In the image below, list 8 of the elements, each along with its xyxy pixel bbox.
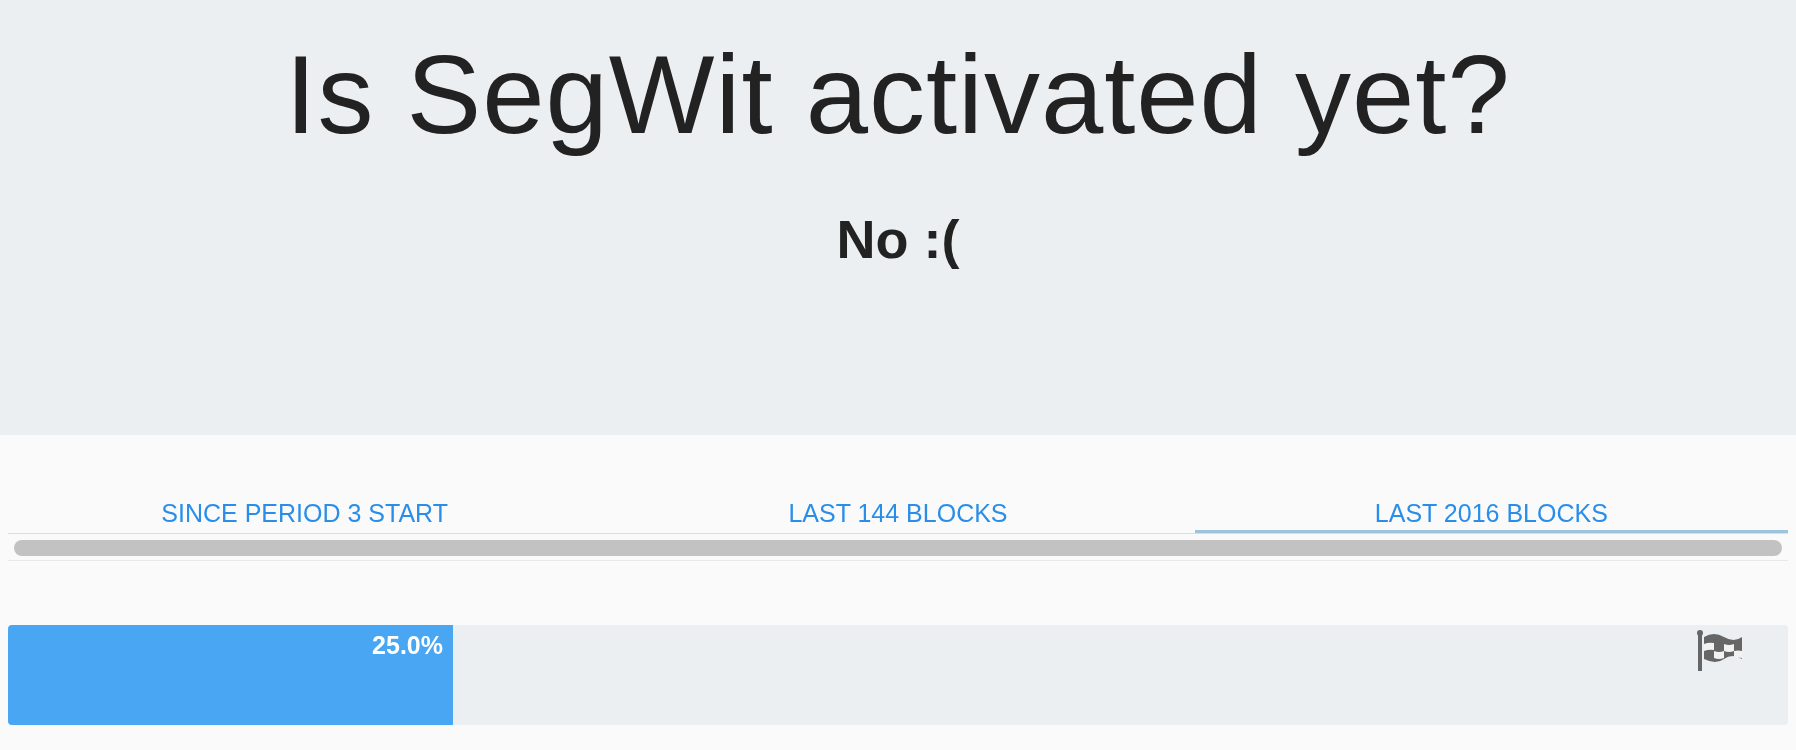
page-title: Is SegWit activated yet? [285,31,1511,159]
progress-reading: 25.0% [372,630,444,660]
tab[interactable]: LAST 2016 BLOCKS [1194,493,1788,533]
scrollbar[interactable] [14,540,1782,556]
tab[interactable]: LAST 144 BLOCKS [601,493,1195,533]
checkered-flag-icon [1696,629,1744,673]
answer-text: No :( [836,207,960,270]
tab[interactable]: SINCE PERIOD 3 START [8,493,602,533]
